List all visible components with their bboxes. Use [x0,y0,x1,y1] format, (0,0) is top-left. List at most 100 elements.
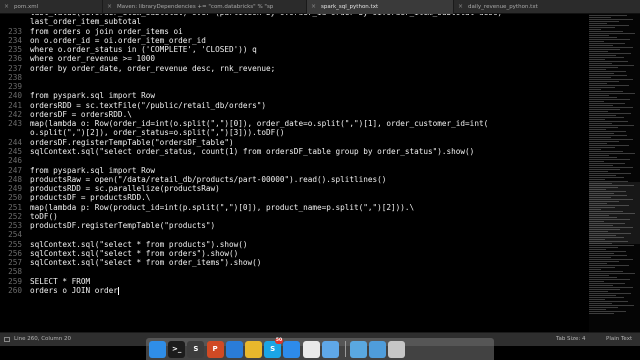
code-line[interactable]: where o.order_status in ('COMPLETE', 'CL… [30,45,550,54]
line-number: 257 [8,258,22,268]
trash-icon[interactable] [388,340,406,358]
terminal-icon[interactable]: >_ [168,340,186,358]
code-line[interactable]: ordersRDD = sc.textFile("/public/retail_… [30,101,550,110]
tab-spark-sql-python[interactable]: × spark_sql_python.txt [307,0,454,14]
code-line[interactable]: map(lambda p: Row(product_id=int(p.split… [30,203,550,212]
code-line[interactable]: sqlContext.sql("select * from order_item… [30,258,550,267]
code-line[interactable]: from pyspark.sql import Row [30,166,550,175]
tab-label: pom.xml [14,4,39,10]
chrome-icon[interactable] [302,340,320,358]
close-icon[interactable]: × [458,0,463,14]
folder-icon[interactable] [369,340,387,358]
dock-icon-glyph: S [270,345,276,353]
code-line[interactable]: from pyspark.sql import Row [30,91,550,100]
code-line[interactable]: last_order_item_subtotal [30,17,550,26]
line-number [0,128,24,137]
code-line[interactable]: ordersDF.registerTempTable("ordersDF_tab… [30,138,550,147]
line-number: 239 [8,82,22,92]
line-number: 240 [8,91,22,101]
cursor-position: Line 260, Column 20 [14,336,72,342]
line-number: 259 [8,276,22,286]
code-line[interactable] [30,73,550,82]
panel-toggle-icon[interactable] [4,337,10,342]
dock: >_ S P S 50 [146,337,494,360]
code-line[interactable]: order by order_date, order_revenue desc,… [30,64,550,73]
code-line[interactable]: sqlContext.sql("select order_status, cou… [30,147,550,156]
line-number: 258 [8,267,22,277]
powerpoint-icon[interactable]: P [206,340,224,358]
code-line[interactable]: map(lambda o: Row(order_id=int(o.split("… [30,119,550,128]
tab-daily-revenue-python[interactable]: × daily_revenue_python.txt [454,0,640,14]
tab-label: daily_revenue_python.txt [468,4,538,10]
safari-icon[interactable] [283,340,301,358]
line-number: 250 [8,193,22,203]
code-area[interactable]: last_value(oi.order_item_subtotal) over … [30,14,550,332]
line-number: 235 [8,45,22,55]
calendar-icon[interactable] [321,340,339,358]
code-line[interactable]: o.split(",")[2]), order_status=o.split("… [30,128,550,137]
code-line[interactable]: orders o JOIN order [30,286,550,295]
line-number: 248 [8,174,22,184]
line-number: 256 [8,248,22,258]
minimap-viewport[interactable] [589,182,640,244]
sublime-icon[interactable]: S [187,340,205,358]
code-line[interactable] [30,267,550,276]
line-number: 247 [8,165,22,175]
dock-icon-glyph: S [193,345,199,353]
line-number: 245 [8,146,22,156]
code-line[interactable]: ordersDF = ordersRDD.\ [30,110,550,119]
code-editor[interactable]: 233 234 235 236 237 238 239 240 241 242 243 244 245 2… [0,14,640,332]
code-line[interactable]: productsDF = productsRDD.\ [30,193,550,202]
line-number: 234 [8,35,22,45]
text-cursor [117,286,119,295]
folder-icon[interactable] [349,340,367,358]
dock-icon-glyph: >_ [172,345,182,353]
code-line[interactable]: sqlContext.sql("select * from products")… [30,240,550,249]
code-line[interactable]: on o.order_id = oi.order_item_order_id [30,36,550,45]
skype-icon[interactable]: S 50 [264,337,284,358]
tab-bar: × pom.xml × Maven: libraryDependencies += … [0,0,640,14]
minimap[interactable] [589,14,640,332]
line-number: 233 [8,26,22,36]
code-line[interactable] [30,82,550,91]
code-line[interactable]: where order_revenue >= 1000 [30,54,550,63]
code-line[interactable] [30,156,550,165]
line-number: 244 [8,137,22,147]
tab-label: Maven: libraryDependencies += "com.datab… [117,4,274,10]
close-icon[interactable]: × [107,0,112,14]
tab-size-selector[interactable]: Tab Size: 4 [556,333,585,346]
tab-pom-xml[interactable]: × pom.xml [0,0,103,14]
stickies-icon[interactable] [244,340,262,358]
tab-maven-dependencies[interactable]: × Maven: libraryDependencies += "com.data… [103,0,307,14]
dock-icon-glyph: P [212,345,218,353]
line-number: 236 [8,54,22,64]
code-line[interactable]: toDF() [30,212,550,221]
minimap-line [589,312,614,314]
close-icon[interactable]: × [4,0,9,14]
line-number: 246 [8,156,22,166]
tab-label: spark_sql_python.txt [321,4,379,10]
line-number: 253 [8,221,22,231]
line-number: 251 [8,202,22,212]
line-number: 260 [8,285,22,295]
code-line[interactable] [30,230,550,239]
line-number: 241 [8,100,22,110]
line-number: 255 [8,239,22,249]
code-line[interactable]: productsRDD = sc.parallelize(productsRaw… [30,184,550,193]
line-number: 249 [8,184,22,194]
line-number-gutter: 233 234 235 236 237 238 239 240 241 242 243 244 245 2… [0,14,24,332]
line-number: 238 [8,72,22,82]
finder-icon[interactable] [149,340,166,358]
code-line[interactable]: SELECT * FROM [30,277,550,286]
dock-separator [344,341,346,357]
notification-badge: 50 [274,337,284,344]
keynote-icon[interactable] [225,340,243,358]
code-line[interactable]: from orders o join order_items oi [30,27,550,36]
code-line[interactable]: productsRaw = open("/data/retail_db/prod… [30,175,550,184]
close-icon[interactable]: × [311,0,316,14]
line-number: 252 [8,211,22,221]
code-line[interactable]: sqlContext.sql("select * from orders").s… [30,249,550,258]
syntax-selector[interactable]: Plain Text [606,333,632,346]
line-number [0,17,24,26]
code-line[interactable]: productsDF.registerTempTable("products") [30,221,550,230]
